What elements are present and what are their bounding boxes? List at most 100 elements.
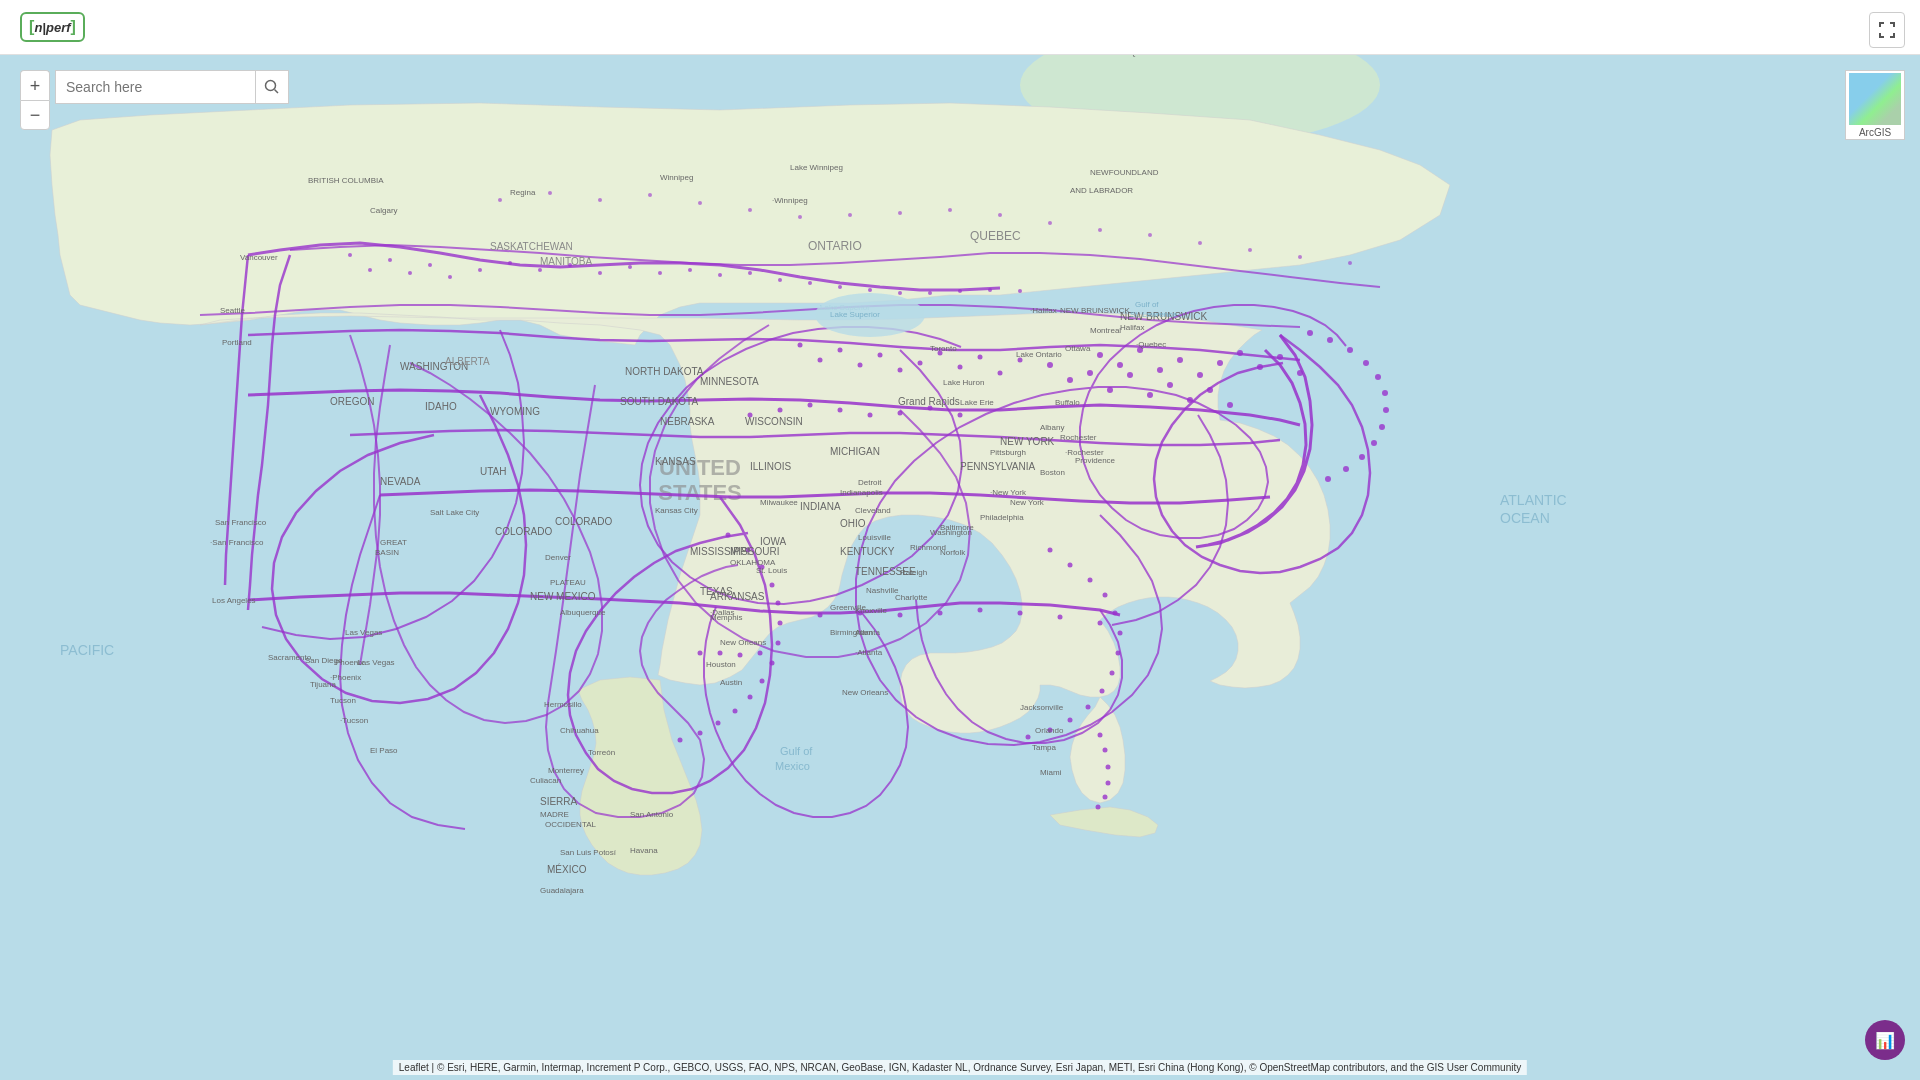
svg-point-109	[1379, 424, 1385, 430]
svg-point-62	[958, 413, 963, 418]
svg-text:Austin: Austin	[720, 678, 742, 687]
svg-point-78	[718, 651, 723, 656]
svg-point-98	[1086, 705, 1091, 710]
fullscreen-icon	[1878, 21, 1896, 39]
svg-text:NEW YORK: NEW YORK	[1000, 436, 1055, 447]
svg-text:·San Francisco: ·San Francisco	[210, 538, 264, 547]
map-container: [ n|perf ]	[0, 0, 1920, 1080]
svg-point-28	[1217, 360, 1223, 366]
svg-point-110	[1371, 440, 1377, 446]
svg-text:PACIFIC: PACIFIC	[60, 642, 114, 658]
svg-point-106	[1375, 374, 1381, 380]
svg-point-133	[868, 288, 872, 292]
svg-point-126	[658, 271, 662, 275]
svg-text:Norfolk: Norfolk	[940, 548, 966, 557]
svg-point-72	[748, 695, 753, 700]
svg-text:ATLANTIC: ATLANTIC	[1500, 492, 1567, 508]
svg-text:·Winnipeg: ·Winnipeg	[772, 196, 808, 205]
svg-text:New Orleans: New Orleans	[720, 638, 766, 647]
svg-point-52	[978, 355, 983, 360]
svg-text:·New York: ·New York	[990, 488, 1027, 497]
svg-text:Toronto: Toronto	[930, 344, 957, 353]
svg-text:UTAH: UTAH	[480, 466, 506, 477]
svg-point-105	[1363, 360, 1369, 366]
svg-text:MISSISSIPPI: MISSISSIPPI	[690, 546, 749, 557]
svg-rect-7	[1893, 33, 1895, 38]
svg-point-134	[898, 291, 902, 295]
svg-point-116	[388, 258, 392, 262]
svg-point-152	[1148, 233, 1152, 237]
map-visual[interactable]: ATLANTIC OCEAN PACIFIC Gulf of Mexico UN…	[0, 55, 1920, 1080]
svg-point-86	[1018, 611, 1023, 616]
svg-text:Jacksonville: Jacksonville	[1020, 703, 1064, 712]
svg-point-131	[808, 281, 812, 285]
svg-text:Torreón: Torreón	[588, 748, 615, 757]
svg-text:MANITOBA: MANITOBA	[540, 256, 592, 267]
svg-point-71	[760, 679, 765, 684]
svg-point-298	[266, 81, 276, 91]
svg-text:San Luis Potosí: San Luis Potosí	[560, 848, 617, 857]
svg-text:QUEBEC: QUEBEC	[970, 229, 1021, 243]
svg-point-34	[1067, 377, 1073, 383]
svg-text:Louisville: Louisville	[858, 533, 891, 542]
svg-point-41	[1207, 387, 1213, 393]
svg-text:Lake Superior: Lake Superior	[830, 310, 880, 319]
svg-text:Charlotte: Charlotte	[895, 593, 928, 602]
svg-text:SIERRA: SIERRA	[540, 796, 578, 807]
svg-point-153	[1198, 241, 1202, 245]
svg-point-132	[838, 285, 842, 289]
svg-point-155	[1298, 255, 1302, 259]
svg-point-75	[698, 731, 703, 736]
svg-point-67	[776, 601, 781, 606]
svg-text:Halifax: Halifax	[1120, 323, 1144, 332]
svg-point-113	[1325, 476, 1331, 482]
svg-point-37	[1127, 372, 1133, 378]
svg-point-39	[1167, 382, 1173, 388]
search-container	[55, 70, 289, 104]
svg-text:PLATEAU: PLATEAU	[550, 578, 586, 587]
svg-point-122	[538, 268, 542, 272]
svg-point-140	[548, 191, 552, 195]
svg-text:Monterrey: Monterrey	[548, 766, 584, 775]
svg-point-40	[1187, 397, 1193, 403]
svg-text:St. Louis: St. Louis	[756, 566, 787, 575]
svg-text:Baltimore: Baltimore	[940, 523, 974, 532]
svg-text:Havana: Havana	[630, 846, 658, 855]
svg-point-53	[998, 371, 1003, 376]
header-bar: [ n|perf ]	[0, 0, 1920, 55]
svg-text:BRITISH COLUMBIA: BRITISH COLUMBIA	[308, 176, 384, 185]
svg-text:Rochester: Rochester	[1060, 433, 1097, 442]
svg-text:Miami: Miami	[1040, 768, 1062, 777]
svg-point-32	[1297, 370, 1303, 376]
svg-text:STATES: STATES	[658, 480, 742, 505]
svg-text:ALBERTA: ALBERTA	[445, 356, 490, 367]
svg-line-299	[275, 90, 279, 94]
svg-point-70	[770, 661, 775, 666]
svg-text:Kansas City: Kansas City	[655, 506, 698, 515]
svg-text:Providence: Providence	[1075, 456, 1116, 465]
svg-point-135	[928, 291, 932, 295]
svg-text:OKLAHOMA: OKLAHOMA	[730, 558, 776, 567]
svg-point-56	[778, 408, 783, 413]
fullscreen-button[interactable]	[1869, 12, 1905, 48]
svg-text:Vancouver: Vancouver	[240, 253, 278, 262]
svg-point-91	[1088, 578, 1093, 583]
svg-point-159	[1106, 765, 1111, 770]
zoom-in-button[interactable]: +	[20, 70, 50, 100]
stats-button[interactable]: 📊	[1865, 1020, 1905, 1060]
svg-point-31	[1277, 354, 1283, 360]
logo-text: n|perf	[34, 20, 70, 35]
svg-text:MADRE: MADRE	[540, 810, 569, 819]
svg-text:BASIN: BASIN	[375, 548, 399, 557]
search-button[interactable]	[255, 70, 289, 104]
svg-point-23	[1117, 362, 1123, 368]
svg-point-119	[448, 275, 452, 279]
svg-text:Pittsburgh: Pittsburgh	[990, 448, 1026, 457]
svg-point-93	[1113, 611, 1118, 616]
svg-text:Tampa: Tampa	[1032, 743, 1057, 752]
svg-text:Denver: Denver	[545, 553, 571, 562]
search-input[interactable]	[55, 70, 255, 104]
svg-point-158	[1103, 748, 1108, 753]
svg-point-76	[678, 738, 683, 743]
zoom-out-button[interactable]: −	[20, 100, 50, 130]
